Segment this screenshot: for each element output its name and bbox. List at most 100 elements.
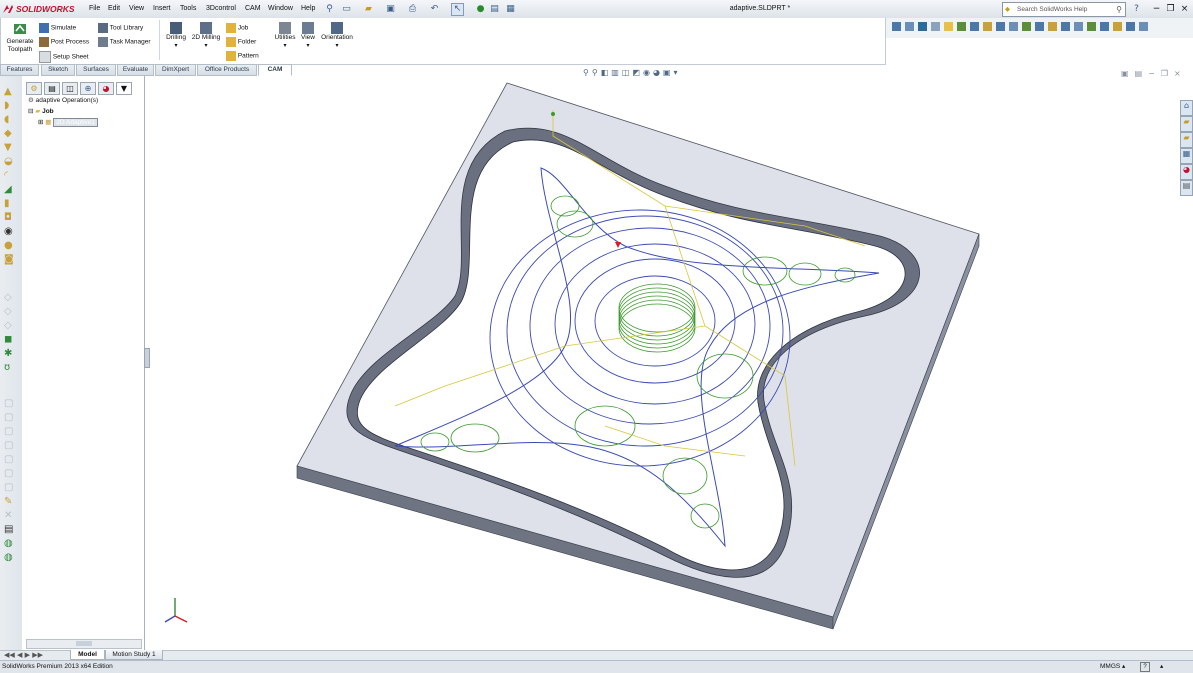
- menu-cam[interactable]: CAM: [245, 3, 261, 15]
- manager-horizontal-scrollbar[interactable]: [26, 639, 142, 649]
- collapse-job-icon[interactable]: ⊟: [28, 108, 33, 115]
- pattern-button[interactable]: Pattern: [226, 51, 259, 61]
- rebuild-icon[interactable]: ●: [474, 3, 487, 16]
- trim-icon[interactable]: [1035, 22, 1044, 31]
- minimize-icon[interactable]: −: [1150, 3, 1163, 16]
- view-iso-icon[interactable]: ▢: [4, 482, 18, 496]
- display-manager-tab-icon[interactable]: ◕: [98, 82, 114, 95]
- restore-icon[interactable]: ❐: [1164, 3, 1177, 16]
- search-input[interactable]: ◆ Search SolidWorks Help ⚲: [1002, 2, 1126, 17]
- zoom-to-fit-icon[interactable]: ⚲: [583, 68, 589, 78]
- draft-icon[interactable]: ◉: [4, 226, 18, 240]
- viewport-tile-icon[interactable]: ▤: [1135, 69, 1143, 78]
- arc-icon[interactable]: [1009, 22, 1018, 31]
- view-top-icon[interactable]: ▢: [4, 454, 18, 468]
- pin-icon[interactable]: ⚲: [323, 3, 336, 16]
- menu-window[interactable]: Window: [268, 3, 293, 15]
- tab-evaluate[interactable]: Evaluate: [117, 64, 154, 76]
- tab-sketch[interactable]: Sketch: [41, 64, 75, 76]
- graphics-area[interactable]: ⚲ ⚲ ◧ ▥ ◫ ◩ ◉ ◕ ▣ ▾ ▣ ▤ − ❐ ×: [145, 68, 1193, 650]
- smart-dimension-icon[interactable]: [957, 22, 966, 31]
- select-edge-icon[interactable]: [918, 22, 927, 31]
- task-pane-resources-icon[interactable]: ⌂: [1180, 100, 1193, 116]
- mirror-icon[interactable]: [1061, 22, 1070, 31]
- menu-view[interactable]: View: [129, 3, 144, 15]
- tab-features[interactable]: Features: [0, 64, 39, 76]
- menu-insert[interactable]: Insert: [153, 3, 171, 15]
- edit-appearance-icon[interactable]: ◕: [653, 68, 660, 78]
- view-bottom-icon[interactable]: ▢: [4, 468, 18, 482]
- undo-icon[interactable]: ↶: [428, 3, 441, 16]
- tree-item-job[interactable]: ⊟ ▰ Job: [28, 107, 54, 116]
- task-manager-button[interactable]: Task Manager: [98, 37, 151, 47]
- tool-library-button[interactable]: Tool Library: [98, 23, 143, 33]
- filter-icon[interactable]: [892, 22, 901, 31]
- flex-icon[interactable]: ◇: [4, 306, 18, 320]
- print-preview-icon[interactable]: ▤: [4, 524, 18, 538]
- menu-file[interactable]: File: [89, 3, 100, 15]
- panel-collapse-handle[interactable]: [144, 348, 150, 368]
- grid-icon[interactable]: [1126, 22, 1135, 31]
- expand-adaptive-icon[interactable]: ⊞: [38, 119, 43, 126]
- featuremanager-tab-icon[interactable]: ⚙: [26, 82, 42, 95]
- offset-icon[interactable]: [1048, 22, 1057, 31]
- view-left-icon[interactable]: ▢: [4, 426, 18, 440]
- save-icon[interactable]: ▣: [384, 3, 397, 16]
- solidworks-logo[interactable]: SOLIDWORKS: [2, 2, 75, 16]
- view-right-icon[interactable]: ▢: [4, 440, 18, 454]
- units-selector[interactable]: MMGS ▴: [1100, 661, 1125, 673]
- revolve-icon[interactable]: ◗: [4, 100, 18, 114]
- deform-icon[interactable]: ◇: [4, 320, 18, 334]
- cam-manager-tab-icon[interactable]: ▼: [116, 82, 132, 95]
- circle-icon[interactable]: [996, 22, 1005, 31]
- linear-pattern-icon[interactable]: ◼: [4, 334, 18, 348]
- sketch-icon[interactable]: [944, 22, 953, 31]
- simulate-button[interactable]: Simulate: [39, 23, 76, 33]
- viewport-restore-icon[interactable]: ❐: [1161, 69, 1168, 78]
- tab-cam[interactable]: CAM: [258, 64, 292, 76]
- display-style-icon[interactable]: ◩: [632, 68, 640, 78]
- utilities-dropdown-icon[interactable]: ▾: [273, 42, 297, 50]
- edit-sketch-icon[interactable]: ✎: [4, 496, 18, 510]
- select-icon[interactable]: ↖: [451, 3, 464, 16]
- open-folder-icon[interactable]: ▰: [362, 3, 375, 16]
- viewport-minimize-icon[interactable]: −: [1148, 69, 1155, 78]
- orientation-button[interactable]: Orientation ▾: [319, 22, 355, 50]
- shell-icon[interactable]: ◘: [4, 212, 18, 226]
- view-orientation-icon[interactable]: ◫: [622, 68, 630, 78]
- tool-origin-marker-icon[interactable]: [551, 112, 555, 116]
- menu-edit[interactable]: Edit: [108, 3, 120, 15]
- tab-office-products[interactable]: Office Products: [197, 64, 257, 76]
- relations-icon[interactable]: [1087, 22, 1096, 31]
- task-pane-appearance-icon[interactable]: ◕: [1180, 164, 1193, 180]
- section-view-icon[interactable]: ▥: [611, 68, 619, 78]
- help-question-icon[interactable]: ?: [1130, 3, 1143, 16]
- tree-item-adaptive[interactable]: ⊞ ▦ 2D Adaptive1: [38, 118, 98, 127]
- configurationmanager-tab-icon[interactable]: ◫: [62, 82, 78, 95]
- close-icon[interactable]: ×: [1178, 3, 1191, 16]
- task-pane-library-icon[interactable]: ▰: [1180, 116, 1193, 132]
- loft-icon[interactable]: ◆: [4, 128, 18, 142]
- status-help-icon[interactable]: ?: [1140, 662, 1150, 672]
- status-expand-icon[interactable]: ▴: [1160, 661, 1163, 673]
- viewport-close-icon[interactable]: ×: [1174, 69, 1181, 78]
- tab-motion-study-1[interactable]: Motion Study 1: [105, 650, 163, 660]
- generate-toolpath-button[interactable]: Generate Toolpath: [5, 22, 35, 54]
- pattern-sketch-icon[interactable]: [1074, 22, 1083, 31]
- menu-help[interactable]: Help: [301, 3, 315, 15]
- hole-icon[interactable]: ●: [4, 240, 18, 254]
- line-icon[interactable]: [970, 22, 979, 31]
- utilities-button[interactable]: Utilities ▾: [273, 22, 297, 50]
- tab-dimxpert[interactable]: DimXpert: [155, 64, 196, 76]
- rectangle-icon[interactable]: [983, 22, 992, 31]
- view-dropdown-icon[interactable]: ▾: [299, 42, 317, 50]
- drilling-button[interactable]: Drilling ▾: [164, 22, 188, 50]
- view-back-icon[interactable]: ▢: [4, 412, 18, 426]
- chamfer-icon[interactable]: ◢: [4, 184, 18, 198]
- zoom-to-area-icon[interactable]: ⚲: [592, 68, 598, 78]
- menu-3dcontrol[interactable]: 3Dcontrol: [206, 3, 236, 15]
- bottom-tab-nav-icons[interactable]: ◀◀ ◀ ▶ ▶▶: [4, 651, 43, 660]
- drilling-dropdown-icon[interactable]: ▾: [164, 42, 188, 50]
- tab-model[interactable]: Model: [70, 650, 105, 660]
- spline-icon[interactable]: [1022, 22, 1031, 31]
